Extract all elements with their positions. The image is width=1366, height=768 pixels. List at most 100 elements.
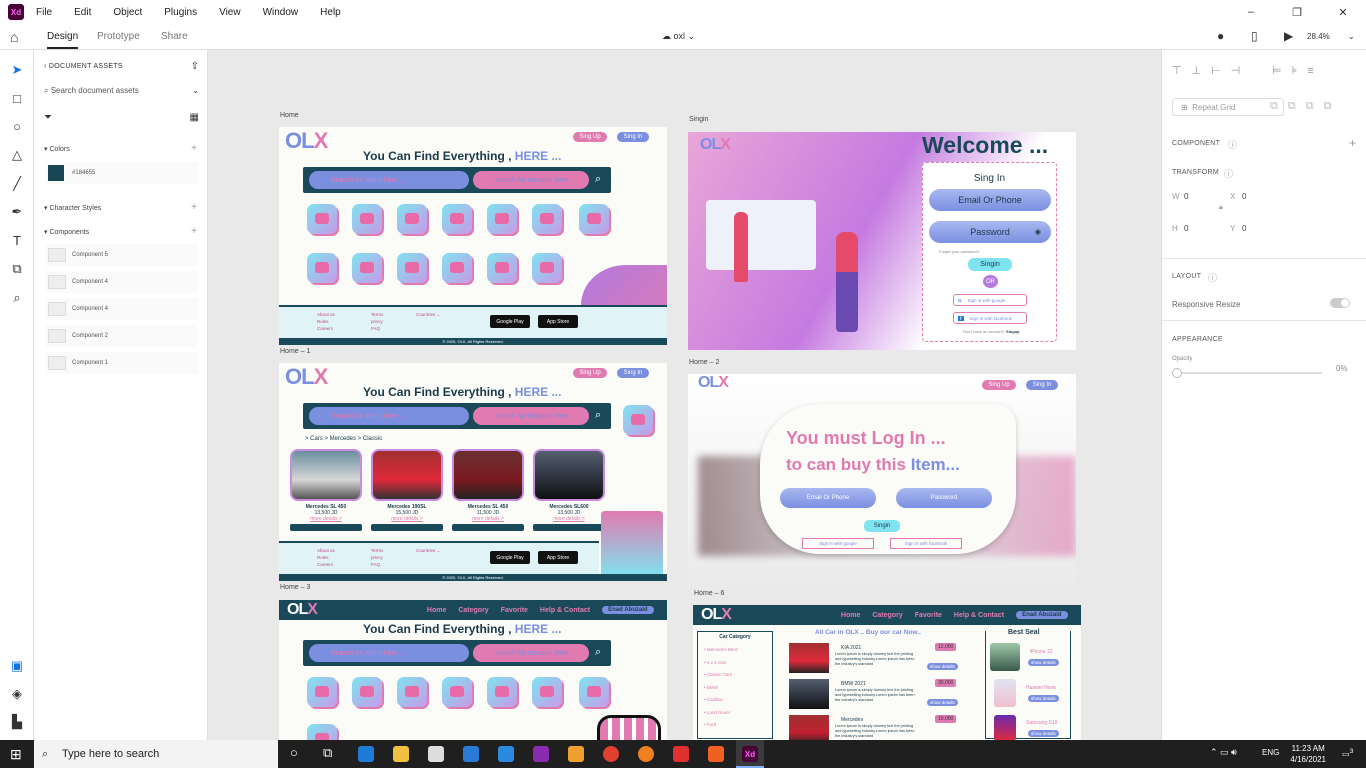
info-icon[interactable]: ⓘ bbox=[1224, 167, 1233, 180]
add-component-icon[interactable]: + bbox=[1349, 136, 1356, 150]
car-card[interactable]: Mercedes SL 450 13,500 JD more details > bbox=[290, 449, 362, 541]
repeat-grid-button[interactable]: ⊞ Repeat Grid bbox=[1172, 98, 1284, 116]
signup-button[interactable]: Sing Up bbox=[982, 380, 1016, 390]
footer-links-col2[interactable]: Terms privcy FAQ bbox=[371, 311, 383, 332]
task-view-icon[interactable]: ⧉ bbox=[323, 745, 332, 761]
rectangle-tool-icon[interactable]: □ bbox=[8, 91, 26, 106]
menu-file[interactable]: File bbox=[36, 7, 52, 18]
menu-view[interactable]: View bbox=[219, 7, 241, 18]
car-card[interactable]: Mercedes SL600 13,500 JD more details > bbox=[533, 449, 605, 541]
artboard-label-home-2[interactable]: Home – 2 bbox=[689, 359, 719, 366]
search-icon[interactable]: ⌕ bbox=[595, 409, 601, 422]
grid-view-icon[interactable]: ▦ bbox=[190, 112, 199, 123]
vscode-icon[interactable] bbox=[498, 746, 514, 762]
nav-home[interactable]: Home bbox=[427, 607, 446, 614]
clothes-category-icon[interactable] bbox=[397, 204, 427, 234]
user-badge[interactable]: Enad Abuzaid bbox=[1016, 611, 1068, 619]
buildings-category-icon[interactable] bbox=[579, 677, 609, 707]
close-button[interactable]: ✕ bbox=[1320, 0, 1366, 24]
listing-row[interactable]: BMW 2021 Lorem ipsum is simply dummy tex… bbox=[789, 679, 969, 711]
info-icon[interactable]: ⓘ bbox=[1228, 138, 1237, 151]
more-details-link[interactable]: more details > bbox=[371, 516, 443, 522]
furniture-category-icon[interactable] bbox=[442, 677, 472, 707]
more-details-link[interactable]: more details > bbox=[533, 516, 605, 522]
password-field[interactable]: Password ◉ bbox=[929, 221, 1051, 243]
category-item[interactable]: • Ford bbox=[704, 719, 772, 732]
show-details-button[interactable]: show details bbox=[927, 699, 958, 706]
info-icon[interactable]: ⓘ bbox=[1208, 271, 1217, 284]
notifications-icon[interactable]: ▭3 bbox=[1342, 748, 1353, 759]
tools-category-icon[interactable] bbox=[487, 253, 517, 283]
artboard-label-home[interactable]: Home bbox=[280, 112, 299, 119]
opacity-value[interactable]: 0% bbox=[1336, 364, 1348, 373]
nav-help-contact[interactable]: Help & Contact bbox=[954, 612, 1004, 619]
eye-off-icon[interactable]: ◉ bbox=[1035, 228, 1041, 236]
boats-category-icon[interactable] bbox=[532, 253, 562, 283]
phpstorm-icon[interactable] bbox=[533, 746, 549, 762]
minimize-button[interactable]: – bbox=[1228, 0, 1274, 24]
industry-category-icon[interactable] bbox=[532, 677, 562, 707]
boolean-icons[interactable]: ⧉⧉⧉⧉ bbox=[1270, 100, 1341, 113]
furniture-category-icon[interactable] bbox=[442, 204, 472, 234]
text-tool-icon[interactable]: T bbox=[8, 233, 26, 248]
artboard-label-home-6[interactable]: Home – 6 bbox=[694, 590, 724, 597]
xampp-icon[interactable] bbox=[708, 746, 724, 762]
slider-handle[interactable] bbox=[1172, 368, 1182, 378]
search-items-input[interactable]: Search for items here ... bbox=[309, 644, 469, 662]
facebook-signin-button[interactable]: f Sign in with facebook bbox=[953, 312, 1027, 324]
add-component-icon[interactable]: + bbox=[191, 226, 197, 237]
assets-search[interactable]: ⌕ Search document assets bbox=[44, 86, 202, 96]
google-play-button[interactable]: Google Play bbox=[490, 551, 530, 564]
mail-icon[interactable] bbox=[463, 746, 479, 762]
google-signin-button[interactable]: G Sign in with google bbox=[953, 294, 1027, 306]
jobs-category-icon[interactable] bbox=[307, 724, 337, 740]
store-icon[interactable] bbox=[428, 746, 444, 762]
zoom-chevron-icon[interactable]: ⌄ bbox=[1348, 32, 1355, 41]
character-styles-label[interactable]: ▾ Character Styles bbox=[44, 204, 101, 212]
nav-help-contact[interactable]: Help & Contact bbox=[540, 607, 590, 614]
more-details-link[interactable]: more details > bbox=[452, 516, 524, 522]
nav-favorite[interactable]: Favorite bbox=[915, 612, 942, 619]
footer-links-col1[interactable]: About us Rules Careers bbox=[317, 311, 335, 332]
modal-singin-button[interactable]: Singin bbox=[864, 520, 900, 532]
layers-panel-icon[interactable]: ◈ bbox=[8, 686, 26, 702]
category-item[interactable]: • BMW bbox=[704, 682, 772, 695]
responsive-resize-toggle[interactable] bbox=[1330, 298, 1350, 308]
design-canvas[interactable]: Home OLX You Can Find Everything , HERE … bbox=[208, 50, 1161, 740]
line-tool-icon[interactable]: ╱ bbox=[8, 176, 26, 192]
device-preview-icon[interactable]: ▯ bbox=[1251, 29, 1258, 43]
car-category-icon[interactable] bbox=[307, 677, 337, 707]
show-details-button[interactable]: show details bbox=[1028, 659, 1059, 666]
baby-category-icon[interactable] bbox=[397, 253, 427, 283]
buildings-category-icon[interactable] bbox=[579, 204, 609, 234]
home-icon[interactable]: ⌂ bbox=[10, 29, 18, 45]
plugins-panel-icon[interactable]: ▙ bbox=[8, 714, 26, 730]
add-style-icon[interactable]: + bbox=[191, 202, 197, 213]
app-icon[interactable] bbox=[638, 746, 654, 762]
align-icons[interactable]: ⊤⊥⊢⊣ bbox=[1172, 64, 1250, 77]
nav-category[interactable]: Category bbox=[872, 612, 902, 619]
chevron-down-icon[interactable]: ⌄ bbox=[192, 86, 199, 95]
height-input[interactable]: 0 bbox=[1184, 224, 1188, 233]
language-indicator[interactable]: ENG bbox=[1262, 748, 1279, 757]
cortana-icon[interactable]: ○ bbox=[290, 745, 298, 760]
menu-plugins[interactable]: Plugins bbox=[164, 7, 197, 18]
jobs-category-icon[interactable] bbox=[307, 253, 337, 283]
google-play-button[interactable]: Google Play bbox=[490, 315, 530, 328]
tab-design[interactable]: Design bbox=[47, 31, 79, 49]
more-details-link[interactable]: more details > bbox=[290, 516, 362, 522]
pets-category-icon[interactable] bbox=[352, 677, 382, 707]
width-input[interactable]: 0 bbox=[1184, 192, 1188, 201]
filter-icon[interactable]: ⏷ bbox=[44, 112, 52, 123]
industry-category-icon[interactable] bbox=[532, 204, 562, 234]
email-field[interactable]: Email Or Phone bbox=[929, 189, 1051, 211]
color-swatch-row[interactable]: #184655 bbox=[46, 162, 198, 184]
artboard-home[interactable]: OLX You Can Find Everything , HERE ... S… bbox=[279, 127, 667, 345]
signup-link[interactable]: Singup bbox=[1006, 329, 1020, 334]
category-item[interactable]: • Mercedes Benz bbox=[704, 644, 772, 657]
clothes-category-icon[interactable] bbox=[397, 677, 427, 707]
component-item[interactable]: Component 2 bbox=[46, 325, 198, 347]
menu-window[interactable]: Window bbox=[263, 7, 299, 18]
show-details-button[interactable]: show details bbox=[1028, 695, 1059, 702]
tab-prototype[interactable]: Prototype bbox=[97, 31, 140, 42]
